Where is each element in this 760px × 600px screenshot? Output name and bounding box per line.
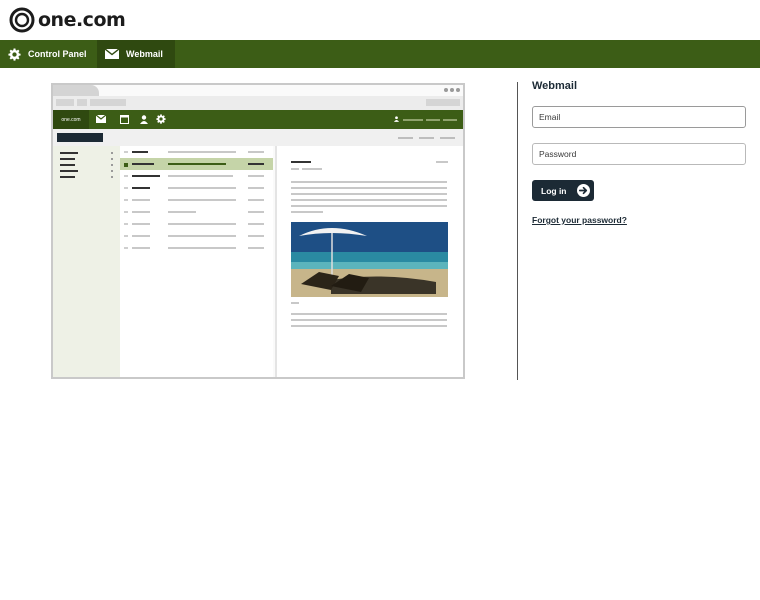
nav-control-panel[interactable]: Control Panel	[0, 40, 97, 68]
logo-text: one.com	[38, 9, 126, 31]
nav-webmail-label: Webmail	[126, 49, 163, 59]
email-field[interactable]	[532, 106, 746, 128]
gear-icon	[156, 114, 166, 124]
user-icon	[394, 116, 399, 122]
login-title: Webmail	[532, 80, 578, 92]
mini-action-bar	[53, 129, 463, 146]
top-nav: Control Panel Webmail	[0, 40, 760, 68]
browser-address-bar	[53, 96, 463, 110]
login-button[interactable]: Log in	[532, 180, 594, 201]
nav-control-panel-label: Control Panel	[28, 49, 87, 59]
arrow-right-circle-icon	[577, 184, 590, 197]
forgot-password-link[interactable]: Forgot your password?	[532, 215, 627, 225]
mini-mail-toolbar: one.com	[53, 110, 463, 129]
nav-webmail[interactable]: Webmail	[97, 40, 175, 68]
header: one.com	[0, 0, 760, 40]
webmail-preview-illustration: one.com	[51, 83, 465, 379]
login-button-label: Log in	[541, 185, 567, 196]
password-field[interactable]	[532, 143, 746, 165]
gear-icon	[8, 48, 21, 61]
browser-tab	[53, 85, 99, 96]
mini-folder-sidebar	[53, 146, 120, 377]
mini-message-list	[120, 146, 273, 377]
mini-logo: one.com	[53, 110, 89, 129]
browser-window-dots	[444, 88, 460, 92]
mini-compose-button	[57, 133, 103, 142]
envelope-icon	[105, 49, 119, 59]
vertical-divider	[517, 82, 518, 380]
one-com-logo[interactable]: one.com	[9, 7, 126, 33]
beach-photo	[291, 222, 448, 297]
calendar-icon	[120, 115, 129, 124]
mini-reading-pane	[275, 146, 463, 377]
envelope-icon	[96, 115, 106, 123]
user-icon	[140, 115, 148, 124]
one-com-ring-icon	[9, 7, 35, 33]
